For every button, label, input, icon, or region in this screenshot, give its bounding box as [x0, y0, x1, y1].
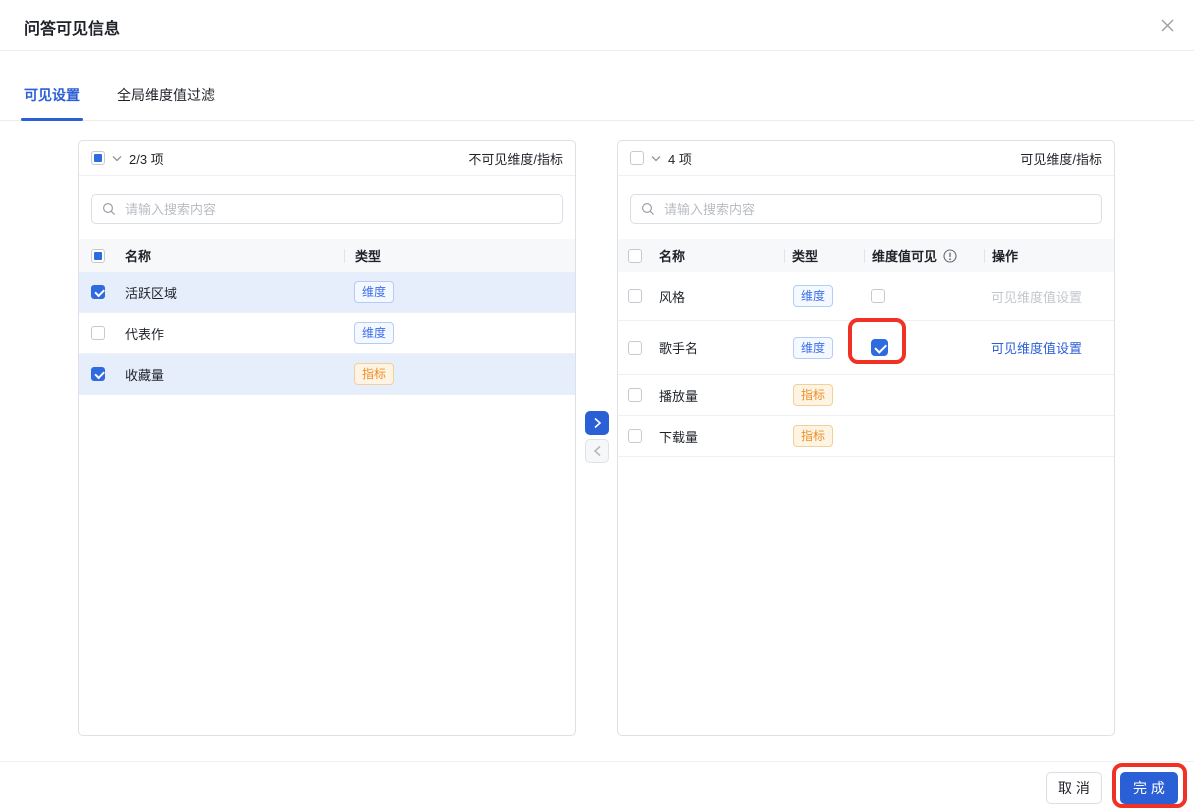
row-checkbox[interactable] — [628, 388, 642, 402]
search-icon — [641, 202, 655, 216]
qa-visible-info-dialog: 问答可见信息 可见设置 全局维度值过滤 2/3 项 不可见维度/指标 请输入搜索… — [0, 0, 1194, 810]
table-row[interactable]: 下载量 指标 — [618, 416, 1114, 457]
visible-dim-value-settings-disabled: 可见维度值设置 — [991, 289, 1083, 305]
tab-bar: 可见设置 全局维度值过滤 — [0, 50, 1194, 121]
search-box[interactable] — [91, 194, 563, 224]
search-box[interactable] — [630, 194, 1102, 224]
panel-title: 可见维度/指标 — [1020, 151, 1102, 167]
close-button[interactable] — [1157, 15, 1177, 35]
chevron-down-icon[interactable] — [112, 155, 122, 162]
invisible-panel: 2/3 项 不可见维度/指标 名称 类型 活跃区域维度代表作维度收藏量指标 — [78, 140, 576, 736]
table-row[interactable]: 歌手名 维度 可见维度值设置 — [618, 321, 1114, 375]
chevron-right-icon — [593, 417, 602, 429]
chevron-left-icon — [593, 445, 602, 457]
selected-count: 2/3 项 — [129, 151, 164, 167]
row-checkbox-checked[interactable] — [91, 367, 105, 381]
dialog-title: 问答可见信息 — [24, 21, 121, 38]
row-checkbox-checked[interactable] — [91, 285, 105, 299]
column-type: 类型 — [792, 249, 819, 264]
move-left-button[interactable] — [585, 439, 609, 463]
type-tag: 维度 — [354, 281, 395, 303]
close-icon — [1160, 18, 1175, 33]
type-tag: 维度 — [793, 285, 834, 307]
tab-global-dimension-filter[interactable]: 全局维度值过滤 — [117, 85, 215, 120]
invisible-panel-header: 2/3 项 不可见维度/指标 — [79, 141, 575, 176]
column-name: 名称 — [125, 249, 152, 264]
row-name: 代表作 — [125, 326, 165, 342]
row-name: 播放量 — [659, 388, 699, 404]
type-tag: 指标 — [354, 363, 395, 385]
search-input[interactable] — [662, 200, 1091, 218]
footer-divider — [0, 761, 1194, 762]
search-icon — [102, 202, 116, 216]
confirm-button[interactable]: 完 成 — [1120, 772, 1178, 804]
table-row[interactable]: 活跃区域 维度 — [79, 272, 575, 313]
row-checkbox[interactable] — [628, 429, 642, 443]
item-count: 4 项 — [668, 151, 692, 167]
column-type: 类型 — [355, 249, 382, 264]
dialog-header: 问答可见信息 — [0, 0, 1194, 51]
column-action: 操作 — [992, 249, 1019, 264]
type-tag: 维度 — [354, 322, 395, 344]
visible-panel: 4 项 可见维度/指标 名称 类型 维度值可见 操作 风格维度可见维度值设置歌手… — [617, 140, 1115, 736]
type-tag: 维度 — [793, 336, 834, 359]
header-checkbox[interactable] — [628, 248, 642, 263]
column-dim-visible: 维度值可见 — [872, 249, 938, 264]
table-row[interactable]: 代表作 维度 — [79, 313, 575, 354]
search-input[interactable] — [123, 200, 552, 218]
table-header: 名称 类型 — [79, 239, 575, 272]
row-name: 风格 — [659, 289, 686, 305]
right-table-body: 风格 维度 可见维度值设置 歌手名 维度 可见维度值设置 播放量 指标 下载量 指标 — [618, 272, 1114, 457]
row-checkbox[interactable] — [871, 289, 885, 303]
table-row[interactable]: 播放量 指标 — [618, 375, 1114, 416]
row-checkbox[interactable] — [628, 289, 642, 303]
info-icon[interactable] — [943, 248, 957, 263]
row-name: 下载量 — [659, 429, 699, 445]
dim-value-checkbox-annotated[interactable] — [871, 339, 888, 356]
row-name: 歌手名 — [659, 341, 699, 356]
select-all-checkbox[interactable] — [91, 151, 105, 165]
type-tag: 指标 — [793, 425, 834, 447]
row-name: 活跃区域 — [125, 285, 178, 301]
type-tag: 指标 — [793, 384, 834, 406]
column-name: 名称 — [659, 249, 686, 264]
row-checkbox[interactable] — [628, 340, 642, 355]
table-header: 名称 类型 维度值可见 操作 — [618, 239, 1114, 272]
select-all-checkbox[interactable] — [630, 151, 644, 165]
row-checkbox[interactable] — [91, 326, 105, 340]
chevron-down-icon[interactable] — [651, 155, 661, 162]
row-name: 收藏量 — [125, 367, 165, 383]
tab-visible-settings[interactable]: 可见设置 — [21, 85, 83, 121]
panel-title: 不可见维度/指标 — [468, 151, 563, 167]
move-right-button[interactable] — [585, 411, 609, 435]
header-checkbox[interactable] — [91, 248, 105, 263]
left-table-body: 活跃区域 维度 代表作 维度 收藏量 指标 — [79, 272, 575, 395]
visible-panel-header: 4 项 可见维度/指标 — [618, 141, 1114, 176]
cancel-button[interactable]: 取 消 — [1046, 772, 1102, 804]
table-row[interactable]: 风格 维度 可见维度值设置 — [618, 272, 1114, 321]
visible-dim-value-settings-link[interactable]: 可见维度值设置 — [991, 338, 1082, 357]
table-row[interactable]: 收藏量 指标 — [79, 354, 575, 395]
